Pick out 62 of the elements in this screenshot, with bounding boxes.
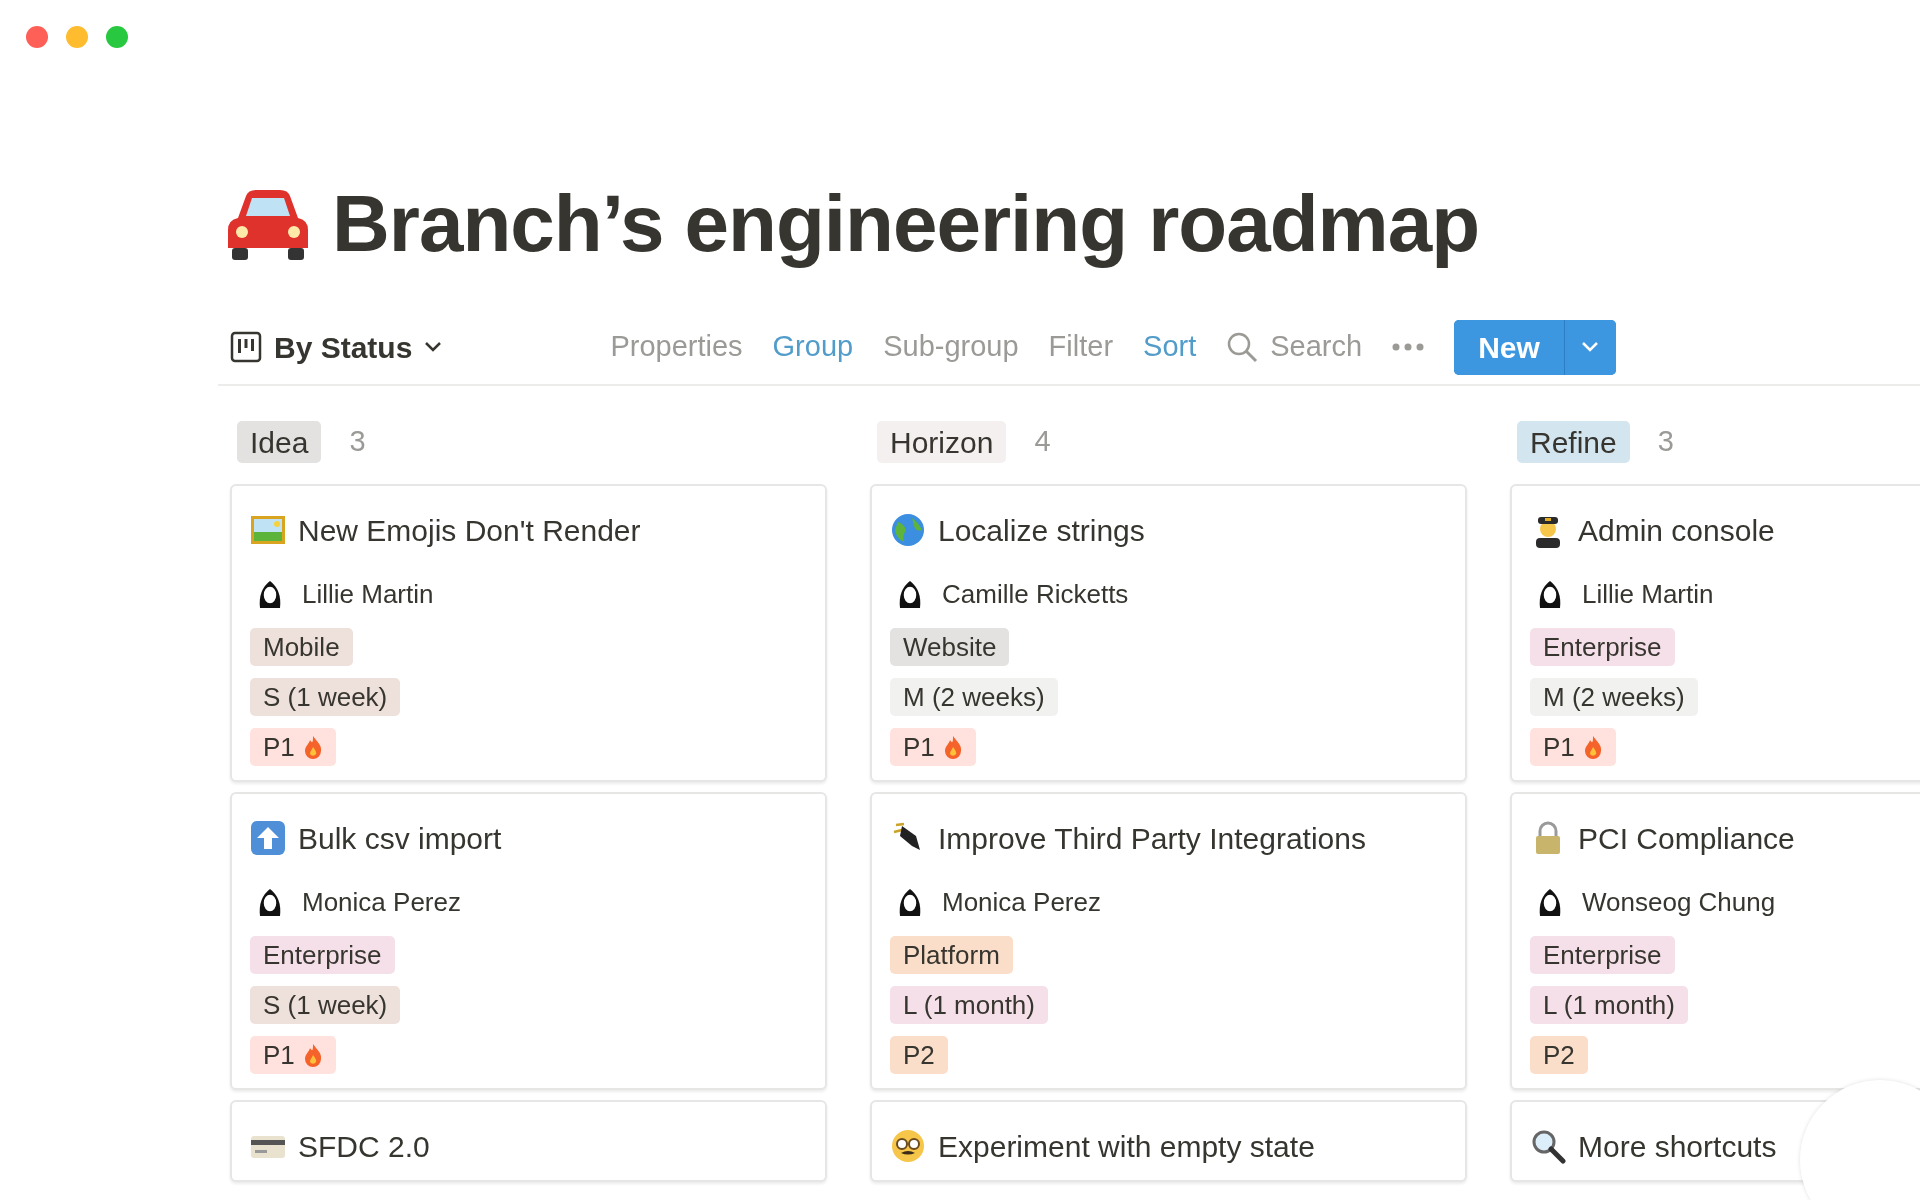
board-card[interactable]: Bulk csv import Monica Perez Enterprise S (1 week) P1 <box>230 792 827 1090</box>
flame-icon <box>302 735 323 759</box>
magnifier-icon <box>1530 1128 1566 1164</box>
assignee-name: Monica Perez <box>302 885 461 919</box>
tag: S (1 week) <box>250 678 401 716</box>
tag: Enterprise <box>1530 936 1675 974</box>
more-icon[interactable] <box>1392 343 1425 351</box>
chevron-down-icon <box>1581 341 1600 353</box>
group-count: 3 <box>1657 424 1674 460</box>
chevron-down-icon <box>424 341 443 353</box>
board-card[interactable]: SFDC 2.0 <box>230 1100 827 1182</box>
assignee-name: Lillie Martin <box>302 577 434 611</box>
tag: L (1 month) <box>1530 986 1688 1024</box>
tag: Platform <box>890 936 1013 974</box>
assignee-name: Monica Perez <box>942 885 1101 919</box>
assignee-name: Lillie Martin <box>1582 577 1714 611</box>
group-label: Idea <box>237 421 322 463</box>
tag: P2 <box>1530 1036 1588 1074</box>
card-title: Localize strings <box>938 512 1145 549</box>
tag: Enterprise <box>1530 628 1675 666</box>
tag: P1 <box>890 728 976 766</box>
page-title: Branch’s engineering roadmap <box>332 178 1480 270</box>
card-title: Experiment with empty state <box>938 1128 1315 1165</box>
new-options-button[interactable] <box>1563 319 1616 375</box>
tag: M (2 weeks) <box>1530 678 1698 716</box>
tag: Mobile <box>250 628 353 666</box>
assignee-name: Wonseog Chung <box>1582 885 1776 919</box>
globe-icon <box>890 512 926 548</box>
card-title: Improve Third Party Integrations <box>938 820 1366 857</box>
tag: L (1 month) <box>890 986 1048 1024</box>
tag: P1 <box>250 1036 336 1074</box>
tag: P1 <box>1530 728 1616 766</box>
tag: S (1 week) <box>250 986 401 1024</box>
board-icon <box>230 331 262 363</box>
view-selector[interactable]: By Status <box>230 324 443 370</box>
tag: Website <box>890 628 1010 666</box>
flame-icon <box>1582 735 1603 759</box>
tag: Enterprise <box>250 936 395 974</box>
card-title: More shortcuts <box>1578 1128 1777 1165</box>
tag: M (2 weeks) <box>890 678 1058 716</box>
assignee-name: Camille Ricketts <box>942 577 1129 611</box>
group-label: Refine <box>1517 421 1630 463</box>
group-label: Horizon <box>877 421 1007 463</box>
board-card[interactable]: Experiment with empty state <box>870 1100 1467 1182</box>
group-count: 4 <box>1034 424 1051 460</box>
flame-icon <box>302 1043 323 1067</box>
search-icon <box>1226 331 1259 363</box>
card-title: New Emojis Don't Render <box>298 512 641 549</box>
card-title: SFDC 2.0 <box>298 1128 430 1165</box>
flame-icon <box>942 735 963 759</box>
glasses-face-icon <box>890 1128 926 1164</box>
tag: P2 <box>890 1036 948 1074</box>
board-card[interactable]: Improve Third Party Integrations Monica Perez Platform L (1 month) P2 <box>870 792 1467 1090</box>
board-card[interactable]: Admin console Lillie Martin Enterprise M (2 weeks) P1 <box>1510 484 1920 782</box>
board-card[interactable]: PCI Compliance Wonseog Chung Enterprise L (1 month) P2 <box>1510 792 1920 1090</box>
card-title: Bulk csv import <box>298 820 502 857</box>
card-title: Admin console <box>1578 512 1775 549</box>
group-count: 3 <box>349 424 366 460</box>
card-title: PCI Compliance <box>1578 820 1795 857</box>
tag: P1 <box>250 728 336 766</box>
board-card[interactable]: Localize strings Camille Ricketts Website M (2 weeks) P1 <box>870 484 1467 782</box>
board-card[interactable]: New Emojis Don't Render Lillie Martin Mobile S (1 week) P1 <box>230 484 827 782</box>
